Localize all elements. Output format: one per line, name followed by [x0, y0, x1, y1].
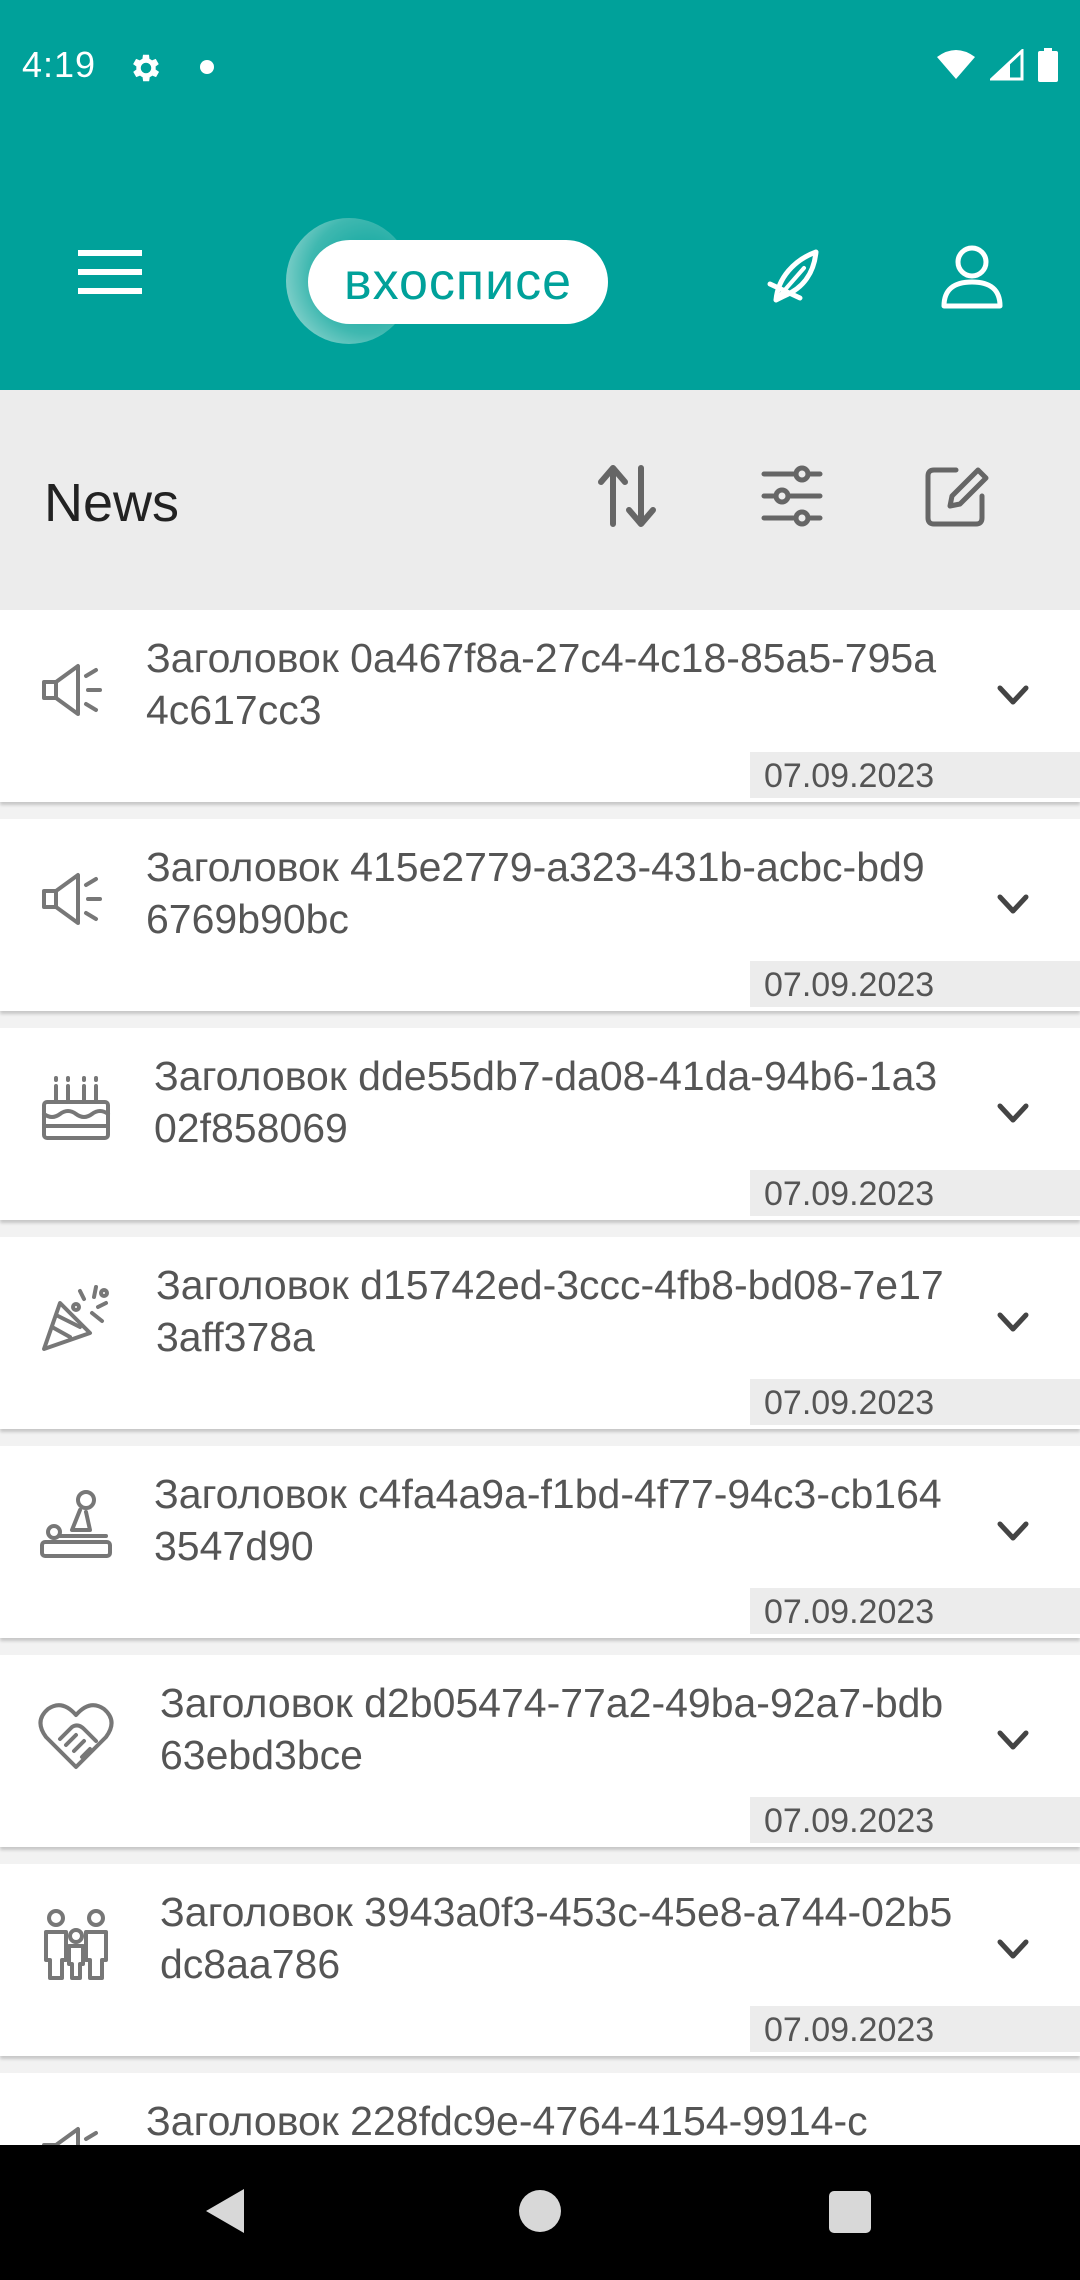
status-indicators: [936, 47, 1058, 87]
chevron-down-icon[interactable]: [990, 1717, 1036, 1763]
back-triangle-icon[interactable]: [202, 2185, 248, 2237]
logo-text: вхосписе: [308, 240, 608, 324]
filter-button[interactable]: [752, 456, 832, 536]
sliders-icon: [761, 465, 823, 527]
news-item[interactable]: Заголовок d15742ed-3ccc-4fb8-bd08-7e173a…: [0, 1237, 1080, 1429]
news-toolbar: News: [0, 390, 1080, 610]
chevron-down-icon[interactable]: [990, 2135, 1036, 2145]
menu-button[interactable]: [70, 242, 150, 302]
wifi-icon: [936, 49, 976, 86]
hamburger-menu-icon: [78, 250, 142, 294]
chevron-down-icon[interactable]: [990, 1926, 1036, 1972]
megaphone-icon: [42, 873, 102, 925]
news-title: Заголовок 228fdc9e-4764-4154-9914-c: [146, 2098, 868, 2144]
news-date: 07.09.2023: [750, 752, 1080, 798]
family-icon: [44, 1909, 108, 1980]
news-item[interactable]: Заголовок 3943a0f3-453c-45e8-a744-02b5dc…: [0, 1864, 1080, 2056]
news-date: 07.09.2023: [750, 1379, 1080, 1425]
chevron-down-icon[interactable]: [990, 1508, 1036, 1554]
news-title: Заголовок 0a467f8a-27c4-4c18-85a5-795a4c…: [146, 635, 937, 733]
app-logo: вхосписе: [286, 218, 626, 348]
news-title: Заголовок d2b05474-77a2-49ba-92a7-bdb63e…: [160, 1680, 944, 1778]
profile-button[interactable]: [934, 238, 1010, 314]
feather-icon: [767, 249, 819, 303]
edit-button[interactable]: [916, 456, 996, 536]
news-title: Заголовок d15742ed-3ccc-4fb8-bd08-7e173a…: [156, 1262, 944, 1360]
party-popper-icon: [42, 1285, 109, 1351]
news-list[interactable]: Заголовок 0a467f8a-27c4-4c18-85a5-795a4c…: [0, 610, 1080, 2145]
news-item[interactable]: Заголовок dde55db7-da08-41da-94b6-1a302f…: [0, 1028, 1080, 1220]
status-bar: 4:19: [0, 0, 1080, 132]
news-item[interactable]: Заголовок c4fa4a9a-f1bd-4f77-94c3-cb1643…: [0, 1446, 1080, 1638]
app-bar: вхосписе: [0, 132, 1080, 390]
status-time: 4:19: [22, 44, 97, 85]
news-item[interactable]: Заголовок 0a467f8a-27c4-4c18-85a5-795a4c…: [0, 610, 1080, 802]
news-title: Заголовок dde55db7-da08-41da-94b6-1a302f…: [154, 1053, 938, 1151]
chevron-down-icon[interactable]: [990, 1090, 1036, 1136]
cellular-signal-icon: [988, 47, 1024, 86]
sort-button[interactable]: [587, 456, 667, 536]
news-item[interactable]: Заголовок d2b05474-77a2-49ba-92a7-bdb63e…: [0, 1655, 1080, 1847]
page-title: News: [44, 473, 180, 533]
news-date: 07.09.2023: [750, 2006, 1080, 2052]
user-icon: [941, 245, 1003, 309]
recents-square-icon[interactable]: [829, 2191, 871, 2233]
feather-button[interactable]: [756, 238, 832, 314]
news-item[interactable]: Заголовок 228fdc9e-4764-4154-9914-c: [0, 2073, 1080, 2145]
settings-gear-icon: [128, 50, 164, 86]
news-item[interactable]: Заголовок 415e2779-a323-431b-acbc-bd9676…: [0, 819, 1080, 1011]
chevron-down-icon[interactable]: [990, 672, 1036, 718]
massage-icon: [40, 1490, 112, 1558]
news-date: 07.09.2023: [750, 1797, 1080, 1843]
heart-handshake-icon: [38, 1703, 114, 1769]
sort-arrows-icon: [598, 465, 656, 527]
news-date: 07.09.2023: [750, 1588, 1080, 1634]
home-circle-icon[interactable]: [519, 2190, 561, 2232]
chevron-down-icon[interactable]: [990, 881, 1036, 927]
news-date: 07.09.2023: [750, 961, 1080, 1007]
news-date: 07.09.2023: [750, 1170, 1080, 1216]
battery-icon: [1038, 48, 1058, 87]
edit-note-icon: [925, 467, 989, 527]
system-nav-bar: [0, 2145, 1080, 2280]
news-title: Заголовок c4fa4a9a-f1bd-4f77-94c3-cb1643…: [154, 1471, 942, 1569]
birthday-cake-icon: [42, 1076, 110, 1140]
notification-dot-icon: [200, 60, 214, 74]
megaphone-icon: [42, 2127, 98, 2145]
news-title: Заголовок 415e2779-a323-431b-acbc-bd9676…: [146, 844, 925, 942]
megaphone-icon: [42, 664, 102, 716]
news-title: Заголовок 3943a0f3-453c-45e8-a744-02b5dc…: [160, 1889, 953, 1987]
chevron-down-icon[interactable]: [990, 1299, 1036, 1345]
